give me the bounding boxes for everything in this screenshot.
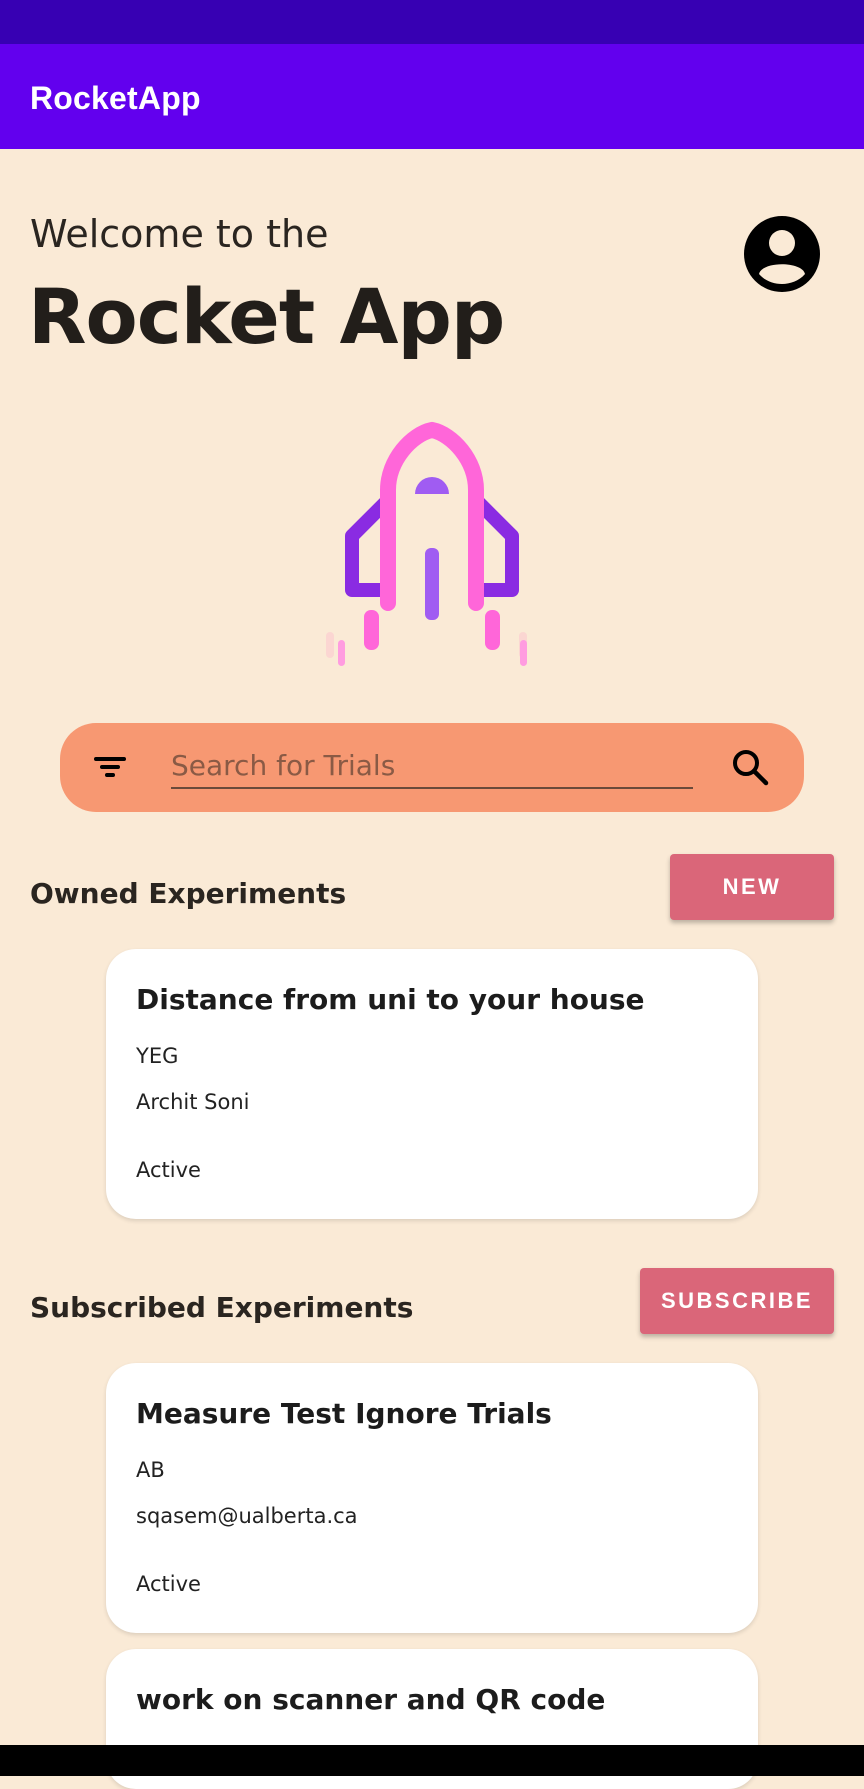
status-bar [0, 0, 864, 44]
filter-icon[interactable] [92, 751, 128, 783]
experiment-title: Measure Test Ignore Trials [136, 1397, 552, 1430]
search-bar [60, 723, 804, 812]
search-icon[interactable] [730, 747, 770, 787]
search-input[interactable] [171, 743, 693, 789]
experiment-title: Distance from uni to your house [136, 983, 645, 1016]
experiment-status: Active [136, 1158, 201, 1182]
experiment-card[interactable]: Distance from uni to your house YEG Arch… [106, 949, 758, 1219]
app-title: RocketApp [30, 80, 201, 116]
owned-experiments-heading: Owned Experiments [30, 877, 347, 910]
experiment-title: work on scanner and QR code [136, 1683, 606, 1716]
rocket-illustration [326, 421, 527, 666]
subscribe-button[interactable]: SUBSCRIBE [640, 1268, 834, 1334]
page-title: Rocket App [28, 272, 505, 361]
welcome-text: Welcome to the [30, 212, 329, 256]
new-experiment-button[interactable]: NEW [670, 854, 834, 920]
app-bar: RocketApp [0, 44, 864, 149]
experiment-region: YEG [136, 1044, 179, 1068]
subscribed-experiments-heading: Subscribed Experiments [30, 1291, 414, 1324]
experiment-card[interactable]: Measure Test Ignore Trials AB sqasem@ual… [106, 1363, 758, 1633]
account-circle-icon[interactable] [742, 214, 822, 294]
experiment-status: Active [136, 1572, 201, 1596]
experiment-region: AB [136, 1458, 165, 1482]
experiment-owner: Archit Soni [136, 1090, 250, 1114]
navigation-bar [0, 1745, 864, 1776]
experiment-owner: sqasem@ualberta.ca [136, 1504, 358, 1528]
